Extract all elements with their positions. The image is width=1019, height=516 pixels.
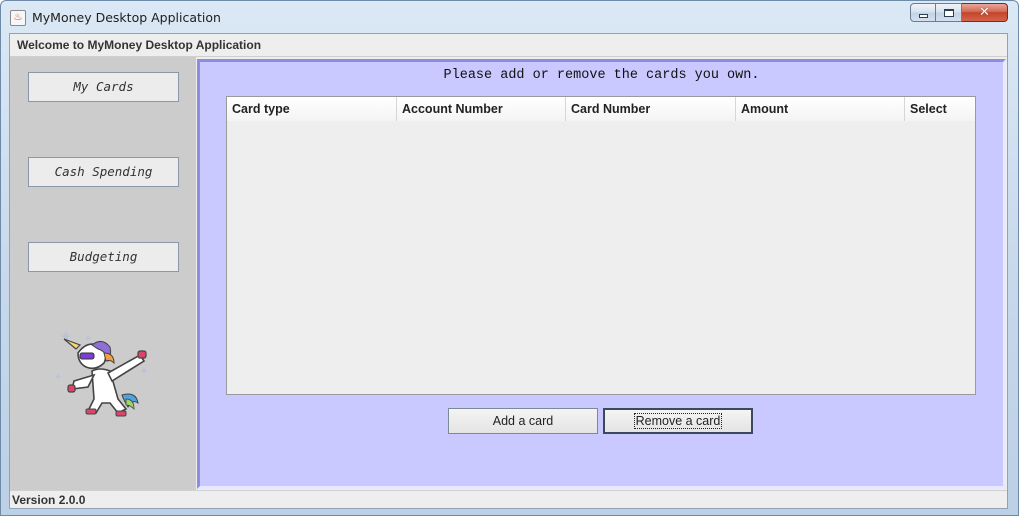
title-bar[interactable]: ♨ MyMoney Desktop Application ✕ — [1, 1, 1018, 33]
my-cards-button[interactable]: My Cards — [28, 72, 179, 102]
maximize-button[interactable] — [936, 3, 962, 22]
welcome-text: Welcome to MyMoney Desktop Application — [17, 38, 262, 52]
app-window: ♨ MyMoney Desktop Application ✕ Welcome … — [0, 0, 1019, 516]
status-bar: Version 2.0.0 — [10, 490, 1007, 509]
close-button[interactable]: ✕ — [962, 3, 1008, 22]
remove-card-button-label: Remove a card — [633, 413, 723, 429]
sidebar: My Cards Cash Spending Budgeting — [10, 57, 196, 490]
caption-buttons: ✕ — [910, 3, 1008, 23]
column-header-amount[interactable]: Amount — [736, 97, 905, 121]
cards-panel: Please add or remove the cards you own. … — [197, 59, 1006, 489]
column-header-select[interactable]: Select — [905, 97, 975, 121]
add-card-button[interactable]: Add a card — [448, 408, 598, 434]
remove-card-button[interactable]: Remove a card — [603, 408, 753, 434]
welcome-bar: Welcome to MyMoney Desktop Application — [10, 34, 1007, 57]
close-icon: ✕ — [979, 5, 990, 20]
cards-table[interactable]: Card type Account Number Card Number Amo… — [226, 96, 976, 395]
add-card-button-label: Add a card — [492, 414, 554, 428]
window-title: MyMoney Desktop Application — [32, 10, 221, 25]
java-app-icon[interactable]: ♨ — [10, 10, 26, 26]
table-header: Card type Account Number Card Number Amo… — [227, 97, 975, 121]
maximize-icon — [943, 8, 954, 17]
column-header-card-number[interactable]: Card Number — [566, 97, 736, 121]
minimize-button[interactable] — [910, 3, 936, 22]
page-title: Please add or remove the cards you own. — [443, 68, 760, 83]
budgeting-button[interactable]: Budgeting — [28, 242, 179, 272]
version-label: Version 2.0.0 — [12, 493, 86, 507]
column-header-card-type[interactable]: Card type — [227, 97, 397, 121]
table-body[interactable] — [227, 121, 975, 394]
dabbing-unicorn-icon — [54, 331, 148, 417]
column-header-account-number[interactable]: Account Number — [397, 97, 566, 121]
client-area: Welcome to MyMoney Desktop Application M… — [9, 33, 1008, 509]
cash-spending-button[interactable]: Cash Spending — [28, 157, 179, 187]
minimize-icon — [918, 13, 928, 18]
